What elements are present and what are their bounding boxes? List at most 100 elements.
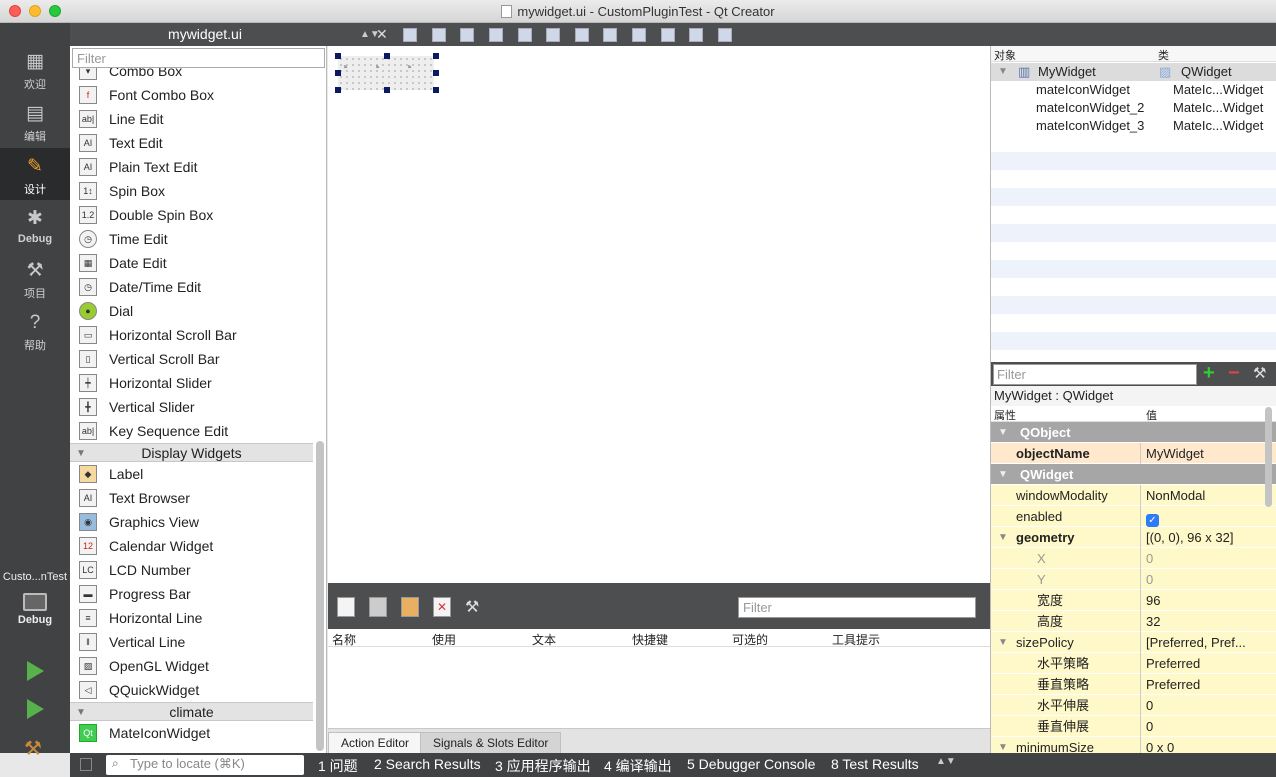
- widget-item[interactable]: ▭ Horizontal Scroll Bar: [70, 323, 313, 347]
- widget-item[interactable]: ≡ Horizontal Line: [70, 606, 313, 630]
- mode-design[interactable]: ✎ 设计: [0, 148, 70, 200]
- widget-item[interactable]: ▾ Combo Box: [70, 68, 313, 83]
- mate-icon-widget-icon[interactable]: ◔: [340, 59, 348, 75]
- column-header[interactable]: 可选的: [732, 631, 768, 648]
- mode-edit[interactable]: ▤ 编辑: [0, 95, 70, 147]
- column-header[interactable]: 类: [1158, 47, 1169, 63]
- object-row[interactable]: mateIconWidget MateIc...Widget: [991, 81, 1276, 99]
- triangle-down-icon[interactable]: ▼: [998, 632, 1008, 653]
- form-canvas[interactable]: ◔ ◔ ◔: [328, 46, 990, 583]
- layout-form-icon[interactable]: [632, 27, 646, 42]
- column-header[interactable]: 对象: [994, 47, 1016, 63]
- kit-selector[interactable]: Custo...nTest Debug: [0, 571, 70, 626]
- property-row[interactable]: 高度 32: [991, 611, 1276, 632]
- column-header[interactable]: 文本: [532, 631, 556, 648]
- property-row[interactable]: X0: [991, 548, 1276, 569]
- layout-hsplitter-icon[interactable]: [574, 27, 589, 42]
- edit-widgets-icon[interactable]: [403, 27, 417, 42]
- widget-item[interactable]: ◁ QQuickWidget: [70, 678, 313, 702]
- add-property-icon[interactable]: +: [1203, 362, 1215, 385]
- object-row[interactable]: mateIconWidget_3 MateIc...Widget: [991, 117, 1276, 135]
- widget-item[interactable]: ab| Key Sequence Edit: [70, 419, 313, 443]
- mode-welcome[interactable]: ▦ 欢迎: [0, 43, 70, 95]
- property-row[interactable]: 垂直伸展 0: [991, 716, 1276, 737]
- wrench-icon[interactable]: ⚒: [465, 597, 483, 617]
- locator-input[interactable]: ⌕ Type to locate (⌘K): [106, 755, 304, 775]
- new-action-icon[interactable]: [337, 597, 355, 617]
- resize-handle[interactable]: [433, 87, 439, 93]
- paste-icon[interactable]: [401, 597, 419, 617]
- property-row[interactable]: Y0: [991, 569, 1276, 590]
- widget-item[interactable]: Qt MateIconWidget: [70, 721, 313, 745]
- pane-compile-output[interactable]: 4 编译输出: [604, 756, 672, 776]
- category-climate[interactable]: ▼ climate: [70, 702, 313, 721]
- property-filter-input[interactable]: Filter: [993, 364, 1197, 385]
- edit-tab-order-icon[interactable]: [488, 27, 503, 42]
- resize-handle[interactable]: [335, 70, 341, 76]
- sidebar-toggle-icon[interactable]: [80, 758, 92, 771]
- edit-signals-icon[interactable]: [431, 27, 446, 42]
- widget-item[interactable]: 12 Calendar Widget: [70, 534, 313, 558]
- triangle-down-icon[interactable]: ▼: [998, 737, 1008, 753]
- widget-item[interactable]: AI Text Edit: [70, 131, 313, 155]
- object-row[interactable]: ▼ ▥ MyWidget ▨ QWidget: [991, 63, 1276, 81]
- build-button[interactable]: ⚒: [24, 736, 46, 760]
- widget-item[interactable]: 1↕ Spin Box: [70, 179, 313, 203]
- widget-item[interactable]: ◷ Time Edit: [70, 227, 313, 251]
- remove-property-icon[interactable]: −: [1228, 362, 1240, 385]
- widget-item[interactable]: ┿ Horizontal Slider: [70, 371, 313, 395]
- column-header[interactable]: 名称: [332, 631, 356, 648]
- property-row[interactable]: 水平策略 Preferred: [991, 653, 1276, 674]
- pane-issues[interactable]: 1 问题: [318, 756, 358, 776]
- layout-horizontal-icon[interactable]: [517, 27, 532, 42]
- pane-application-output[interactable]: 3 应用程序输出: [495, 756, 591, 776]
- mate-icon-widget-icon[interactable]: ◔: [404, 59, 412, 75]
- widget-item[interactable]: ╋ Vertical Slider: [70, 395, 313, 419]
- widget-item[interactable]: f Font Combo Box: [70, 83, 313, 107]
- file-tab[interactable]: mywidget.ui ▲▼ ✕: [70, 23, 388, 46]
- layout-vertical-icon[interactable]: [546, 27, 561, 42]
- property-row[interactable]: objectName MyWidget: [991, 443, 1276, 464]
- property-row[interactable]: 垂直策略 Preferred: [991, 674, 1276, 695]
- edit-buddies-icon[interactable]: [460, 27, 475, 42]
- resize-handle[interactable]: [433, 53, 439, 59]
- action-filter-input[interactable]: Filter: [738, 597, 976, 618]
- property-row[interactable]: 水平伸展 0: [991, 695, 1276, 716]
- wrench-icon[interactable]: ⚒: [1253, 364, 1266, 382]
- property-row[interactable]: 宽度 96: [991, 590, 1276, 611]
- resize-handle[interactable]: [433, 70, 439, 76]
- resize-handle[interactable]: [384, 53, 390, 59]
- enabled-checkbox[interactable]: ✓: [1146, 514, 1159, 527]
- widget-item[interactable]: ▯ Vertical Scroll Bar: [70, 347, 313, 371]
- triangle-down-icon[interactable]: ▼: [998, 527, 1008, 548]
- debug-run-button[interactable]: [24, 699, 46, 721]
- widget-item[interactable]: ◷ Date/Time Edit: [70, 275, 313, 299]
- widget-item[interactable]: ▦ Date Edit: [70, 251, 313, 275]
- widget-item[interactable]: ▨ OpenGL Widget: [70, 654, 313, 678]
- tab-signals-slots-editor[interactable]: Signals & Slots Editor: [420, 732, 562, 754]
- mode-projects[interactable]: ⚒ 项目: [0, 252, 70, 304]
- layout-vsplitter-icon[interactable]: [603, 27, 618, 42]
- property-row[interactable]: ▼ sizePolicy [Preferred, Pref...: [991, 632, 1276, 653]
- property-group-qwidget[interactable]: ▼ QWidget: [991, 464, 1276, 485]
- resize-handle[interactable]: [335, 87, 341, 93]
- run-button[interactable]: [24, 661, 46, 683]
- resize-handle[interactable]: [384, 87, 390, 93]
- tab-action-editor[interactable]: Action Editor: [328, 732, 423, 754]
- copy-icon[interactable]: [369, 597, 387, 617]
- widget-item[interactable]: ◉ Graphics View: [70, 510, 313, 534]
- property-group-qobject[interactable]: ▼ QObject: [991, 422, 1276, 443]
- column-header[interactable]: 值: [1146, 407, 1157, 423]
- widget-filter-input[interactable]: Filter: [72, 48, 325, 68]
- mywidget-form[interactable]: ◔ ◔ ◔: [338, 56, 434, 90]
- pane-debugger-console[interactable]: 5 Debugger Console: [687, 756, 815, 772]
- object-row[interactable]: mateIconWidget_2 MateIc...Widget: [991, 99, 1276, 117]
- widget-item[interactable]: 1.2 Double Spin Box: [70, 203, 313, 227]
- updown-arrows-icon[interactable]: ▲▼: [936, 756, 956, 767]
- category-display-widgets[interactable]: ▼ Display Widgets: [70, 443, 313, 462]
- mode-help[interactable]: ? 帮助: [0, 304, 70, 356]
- widget-item[interactable]: ab| Line Edit: [70, 107, 313, 131]
- close-icon[interactable]: ✕: [376, 23, 388, 46]
- pane-search-results[interactable]: 2 Search Results: [374, 756, 481, 772]
- mode-debug[interactable]: ✱ Debug: [0, 200, 70, 252]
